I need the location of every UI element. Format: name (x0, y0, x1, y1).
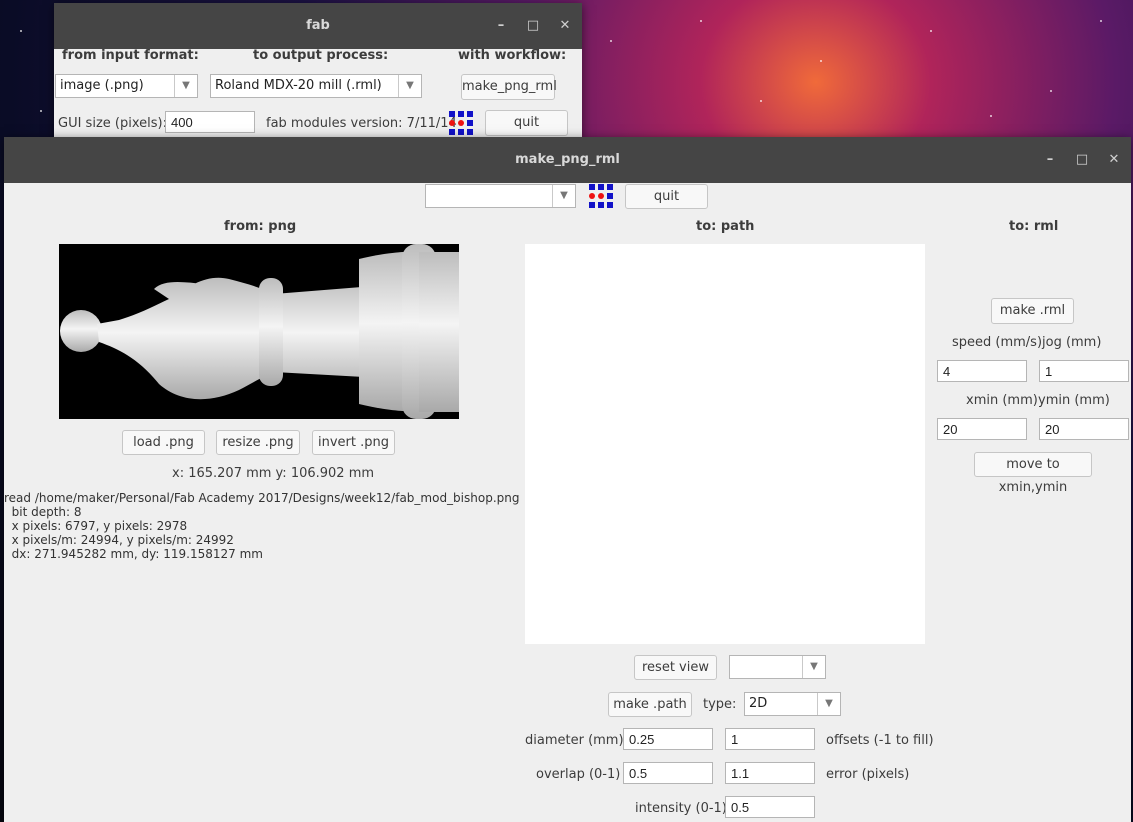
gui-size-input[interactable] (165, 111, 255, 133)
info-line: x pixels: 6797, y pixels: 2978 (4, 519, 188, 533)
ymin-input[interactable] (1039, 418, 1129, 440)
type-select-value: 2D (749, 696, 768, 711)
minimize-icon[interactable]: – (494, 3, 508, 49)
reset-view-button[interactable]: reset view (634, 655, 717, 680)
minimize-icon[interactable]: – (1043, 137, 1057, 183)
dropdown-arrow-icon: ▼ (802, 656, 825, 678)
diameter-label: diameter (mm) (525, 733, 624, 748)
to-path-header: to: path (696, 219, 755, 234)
workflow-button[interactable]: make_png_rml (461, 74, 557, 100)
fab-window-title: fab (306, 18, 330, 33)
speed-label: speed (mm/s) (952, 335, 1043, 350)
workflow-header: with workflow: (458, 48, 567, 63)
dropdown-arrow-icon: ▼ (817, 693, 840, 715)
info-line: x pixels/m: 24994, y pixels/m: 24992 (4, 533, 234, 547)
fab-quit-button[interactable]: quit (485, 110, 568, 136)
output-process-header: to output process: (253, 48, 389, 63)
xmin-input[interactable] (937, 418, 1027, 440)
info-line: bit depth: 8 (4, 505, 82, 519)
ymin-label: ymin (mm) (1038, 393, 1110, 408)
jog-input[interactable] (1039, 360, 1129, 382)
make-png-rml-window: make_png_rml – □ ✕ ▼ quit from: png to: … (4, 137, 1131, 822)
move-to-xmin-ymin-button[interactable]: move to xmin,ymin (974, 452, 1092, 495)
dropdown-arrow-icon: ▼ (174, 75, 197, 97)
offsets-input[interactable] (725, 728, 815, 750)
png-preview[interactable] (59, 244, 459, 419)
bishop-image (60, 244, 459, 419)
overlap-label: overlap (0-1) (536, 767, 621, 782)
fab-logo-icon (449, 111, 473, 135)
info-line: read /home/maker/Personal/Fab Academy 20… (4, 491, 520, 505)
make-rml-button[interactable]: make .rml (991, 298, 1074, 324)
overlap-input[interactable] (623, 762, 713, 784)
dropdown-arrow-icon: ▼ (398, 75, 421, 97)
offsets-label: offsets (-1 to fill) (826, 733, 934, 748)
gui-size-label: GUI size (pixels): (58, 116, 167, 131)
close-icon[interactable]: ✕ (1107, 137, 1121, 183)
speed-input[interactable] (937, 360, 1027, 382)
make-path-button[interactable]: make .path (608, 692, 692, 717)
path-canvas[interactable] (525, 244, 925, 644)
input-format-value: image (.png) (60, 78, 144, 93)
dropdown-arrow-icon: ▼ (552, 185, 575, 207)
main-titlebar: make_png_rml – □ ✕ (4, 137, 1131, 183)
main-quit-button[interactable]: quit (625, 184, 708, 209)
top-select[interactable]: ▼ (425, 184, 576, 208)
load-png-button[interactable]: load .png (122, 430, 205, 455)
info-line: dx: 271.945282 mm, dy: 119.158127 mm (4, 547, 263, 561)
maximize-icon[interactable]: □ (1075, 137, 1089, 183)
resize-png-button[interactable]: resize .png (216, 430, 300, 455)
coordinates-readout: x: 165.207 mm y: 106.902 mm (172, 466, 375, 481)
input-format-select[interactable]: image (.png) ▼ (55, 74, 198, 98)
input-format-header: from input format: (62, 48, 199, 63)
type-select[interactable]: 2D ▼ (744, 692, 841, 716)
maximize-icon[interactable]: □ (526, 3, 540, 49)
xmin-label: xmin (mm) (966, 393, 1038, 408)
fab-logo-icon (589, 184, 613, 208)
file-info: read /home/maker/Personal/Fab Academy 20… (4, 491, 519, 561)
close-icon[interactable]: ✕ (558, 3, 572, 49)
invert-png-button[interactable]: invert .png (312, 430, 395, 455)
version-label: fab modules version: 7/11/14 (266, 116, 457, 131)
intensity-label: intensity (0-1) (635, 801, 727, 816)
type-label: type: (703, 697, 737, 712)
view-select[interactable]: ▼ (729, 655, 826, 679)
main-window-title: make_png_rml (515, 152, 620, 167)
error-label: error (pixels) (826, 767, 910, 782)
fab-titlebar: fab – □ ✕ (54, 3, 582, 49)
to-rml-header: to: rml (1009, 219, 1059, 234)
output-process-select[interactable]: Roland MDX-20 mill (.rml) ▼ (210, 74, 422, 98)
output-process-value: Roland MDX-20 mill (.rml) (215, 78, 382, 93)
diameter-input[interactable] (623, 728, 713, 750)
jog-label: jog (mm) (1042, 335, 1102, 350)
error-input[interactable] (725, 762, 815, 784)
fab-window: fab – □ ✕ from input format: to output p… (54, 3, 582, 140)
from-png-header: from: png (224, 219, 297, 234)
intensity-input[interactable] (725, 796, 815, 818)
